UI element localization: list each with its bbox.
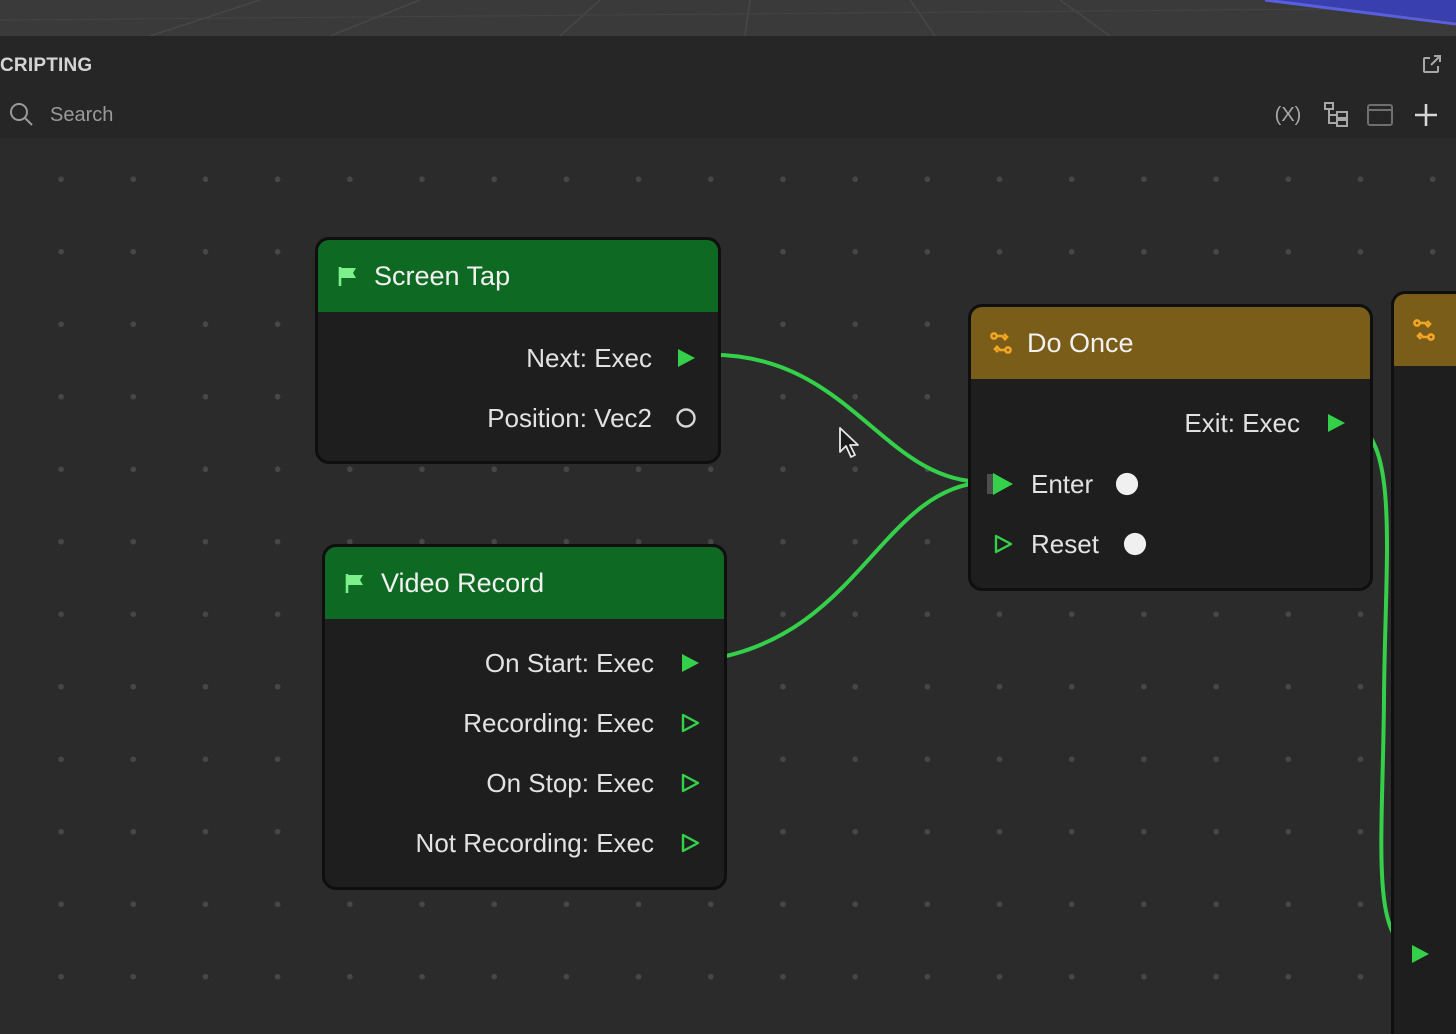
port-label: Position: Vec2 bbox=[487, 402, 652, 433]
node-do-once[interactable]: Do Once Exit: Exec Enter Reset bbox=[968, 304, 1373, 591]
plus-icon bbox=[1415, 104, 1437, 126]
exec-filled-icon bbox=[678, 349, 695, 367]
exec-hollow-icon bbox=[681, 713, 700, 733]
exec-output-port[interactable] bbox=[674, 346, 698, 370]
node-header-screen-tap[interactable]: Screen Tap bbox=[318, 240, 718, 312]
hierarchy-icon bbox=[1324, 102, 1348, 127]
node-partial-logic[interactable] bbox=[1391, 291, 1456, 1034]
node-video-record[interactable]: Video Record On Start: Exec Recording: E… bbox=[322, 544, 727, 890]
port-label: Not Recording: Exec bbox=[415, 827, 654, 858]
node-title: Video Record bbox=[381, 567, 545, 598]
branch-icon bbox=[990, 332, 1012, 354]
panel-toggle-button[interactable] bbox=[1363, 98, 1397, 132]
value-output-port[interactable] bbox=[674, 406, 698, 430]
node-title: Screen Tap bbox=[374, 260, 511, 291]
add-node-button[interactable] bbox=[1408, 98, 1444, 132]
node-header-video-record[interactable]: Video Record bbox=[325, 547, 724, 619]
scene-viewport[interactable] bbox=[0, 0, 1456, 36]
exec-filled-icon bbox=[1328, 414, 1345, 432]
hierarchy-button[interactable] bbox=[1318, 98, 1354, 132]
exec-hollow-icon bbox=[681, 773, 700, 793]
exec-input-port[interactable] bbox=[989, 532, 1017, 556]
branch-icon bbox=[1413, 319, 1435, 341]
output-row-on-stop: On Stop: Exec bbox=[486, 763, 702, 803]
wire-video-record-to-enter bbox=[704, 480, 986, 662]
exec-hollow-icon bbox=[681, 833, 700, 853]
output-row-exit: Exit: Exec bbox=[1184, 403, 1348, 443]
exec-input-port[interactable] bbox=[1408, 942, 1432, 966]
circle-filled-icon bbox=[1116, 472, 1139, 496]
port-label: Next: Exec bbox=[526, 342, 652, 373]
node-header-partial[interactable] bbox=[1394, 294, 1456, 366]
panel-title: CRIPTING bbox=[0, 55, 93, 76]
graph-canvas[interactable]: Screen Tap Next: Exec Position: Vec2 Vid… bbox=[0, 138, 1456, 1034]
value-input-port[interactable] bbox=[1123, 532, 1147, 556]
search-input[interactable] bbox=[50, 100, 350, 130]
input-row-enter: Enter bbox=[985, 464, 1139, 504]
output-row-next: Next: Exec bbox=[526, 338, 698, 378]
variables-button[interactable]: (X) bbox=[1268, 98, 1308, 132]
exec-output-port[interactable] bbox=[678, 831, 702, 855]
exec-hollow-icon bbox=[994, 534, 1013, 554]
scripting-panel-header: CRIPTING bbox=[0, 36, 1456, 92]
exec-output-port[interactable] bbox=[678, 651, 702, 675]
search-bar: (X) bbox=[0, 92, 1456, 138]
exec-filled-icon bbox=[987, 473, 1013, 495]
input-row-reset: Reset bbox=[989, 524, 1147, 564]
search-icon bbox=[10, 103, 33, 126]
exec-filled-icon bbox=[682, 654, 699, 672]
output-row-position: Position: Vec2 bbox=[487, 398, 698, 438]
viewport-grid bbox=[0, 0, 1456, 36]
exec-output-port[interactable] bbox=[678, 711, 702, 735]
circle-hollow-icon bbox=[676, 408, 696, 428]
port-label: On Start: Exec bbox=[484, 647, 654, 678]
node-screen-tap[interactable]: Screen Tap Next: Exec Position: Vec2 bbox=[315, 237, 721, 464]
wire-screen-tap-to-enter bbox=[699, 352, 986, 485]
output-row-recording: Recording: Exec bbox=[463, 703, 702, 743]
exec-filled-icon bbox=[1412, 945, 1429, 963]
exec-output-port[interactable] bbox=[1324, 411, 1348, 435]
value-input-port[interactable] bbox=[1115, 472, 1139, 496]
output-row-on-start: On Start: Exec bbox=[485, 643, 702, 683]
exec-input-port[interactable] bbox=[985, 472, 1017, 496]
circle-filled-icon bbox=[1123, 532, 1146, 556]
port-label: Enter bbox=[1031, 468, 1094, 499]
popout-icon[interactable] bbox=[1420, 52, 1444, 76]
mouse-cursor-icon bbox=[839, 427, 859, 458]
window-icon bbox=[1367, 104, 1393, 126]
flag-icon bbox=[338, 267, 356, 286]
port-label: On Stop: Exec bbox=[486, 767, 654, 798]
port-label: Recording: Exec bbox=[463, 707, 654, 738]
exec-output-port[interactable] bbox=[678, 771, 702, 795]
port-label: Exit: Exec bbox=[1184, 407, 1300, 438]
flag-icon bbox=[345, 574, 363, 593]
port-label: Reset bbox=[1031, 528, 1099, 559]
node-title: Do Once bbox=[1027, 327, 1134, 358]
node-header-do-once[interactable]: Do Once bbox=[971, 307, 1370, 379]
output-row-not-recording: Not Recording: Exec bbox=[416, 823, 702, 863]
